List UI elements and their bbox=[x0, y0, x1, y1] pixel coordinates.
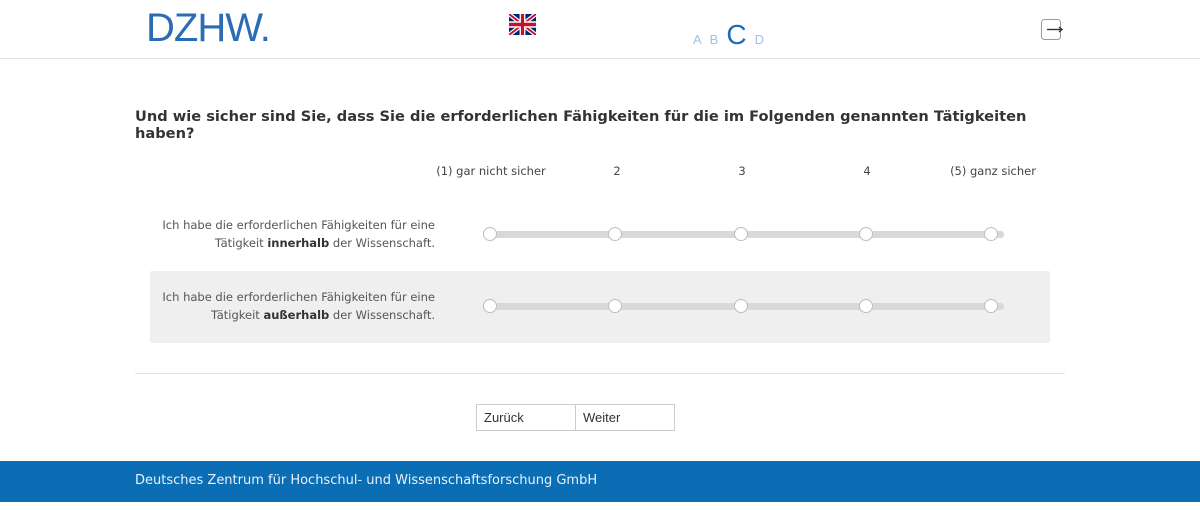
slider-option-1[interactable] bbox=[483, 299, 497, 313]
item-row-innerhalb: Ich habe die erforderlichen Fähigkeiten … bbox=[150, 199, 1050, 271]
footer: Deutsches Zentrum für Hochschul- und Wis… bbox=[0, 461, 1200, 502]
item-text: Ich habe die erforderlichen Fähigkeiten … bbox=[150, 288, 435, 324]
back-button[interactable]: Zurück bbox=[476, 404, 576, 431]
slider-option-3[interactable] bbox=[734, 227, 748, 241]
slider-option-4[interactable] bbox=[859, 299, 873, 313]
variant-d[interactable]: D bbox=[755, 32, 772, 50]
dzhw-logo[interactable]: DZHW. bbox=[146, 6, 271, 50]
variant-nav: A B C D bbox=[693, 10, 772, 50]
slider-option-2[interactable] bbox=[608, 227, 622, 241]
slider-option-2[interactable] bbox=[608, 299, 622, 313]
slider-option-3[interactable] bbox=[734, 299, 748, 313]
item-text-after: der Wissenschaft. bbox=[329, 236, 435, 250]
slider-option-1[interactable] bbox=[483, 227, 497, 241]
scale-label-5: (5) ganz sicher bbox=[950, 164, 1036, 178]
slider-option-5[interactable] bbox=[984, 227, 998, 241]
footer-text: Deutsches Zentrum für Hochschul- und Wis… bbox=[135, 473, 598, 488]
variant-b[interactable]: B bbox=[710, 32, 727, 50]
divider bbox=[135, 373, 1065, 374]
scale-label-3: 3 bbox=[738, 164, 746, 178]
scale-label-1: (1) gar nicht sicher bbox=[436, 164, 546, 178]
scale-label-2: 2 bbox=[613, 164, 621, 178]
variant-a[interactable]: A bbox=[693, 32, 710, 50]
item-emphasis: innerhalb bbox=[267, 236, 330, 250]
uk-flag-icon[interactable] bbox=[509, 14, 536, 35]
variant-c[interactable]: C bbox=[726, 20, 754, 50]
item-row-ausserhalb: Ich habe die erforderlichen Fähigkeiten … bbox=[150, 271, 1050, 343]
item-text: Ich habe die erforderlichen Fähigkeiten … bbox=[150, 216, 435, 252]
question-text: Und wie sicher sind Sie, dass Sie die er… bbox=[135, 108, 1027, 142]
slider-option-4[interactable] bbox=[859, 227, 873, 241]
logo-text: DZHW bbox=[146, 6, 261, 50]
exit-icon[interactable] bbox=[1041, 19, 1063, 40]
survey-page: DZHW. A B C D Und wie sicher sind Sie, d… bbox=[0, 0, 1200, 511]
slider-option-5[interactable] bbox=[984, 299, 998, 313]
next-button[interactable]: Weiter bbox=[575, 404, 675, 431]
scale-label-4: 4 bbox=[863, 164, 871, 178]
logo-dot: . bbox=[259, 6, 271, 50]
item-emphasis: außerhalb bbox=[263, 308, 330, 322]
item-text-after: der Wissenschaft. bbox=[329, 308, 435, 322]
header: DZHW. A B C D bbox=[0, 0, 1200, 59]
scale-header: (1) gar nicht sicher 2 3 4 (5) ganz sich… bbox=[0, 163, 1200, 199]
